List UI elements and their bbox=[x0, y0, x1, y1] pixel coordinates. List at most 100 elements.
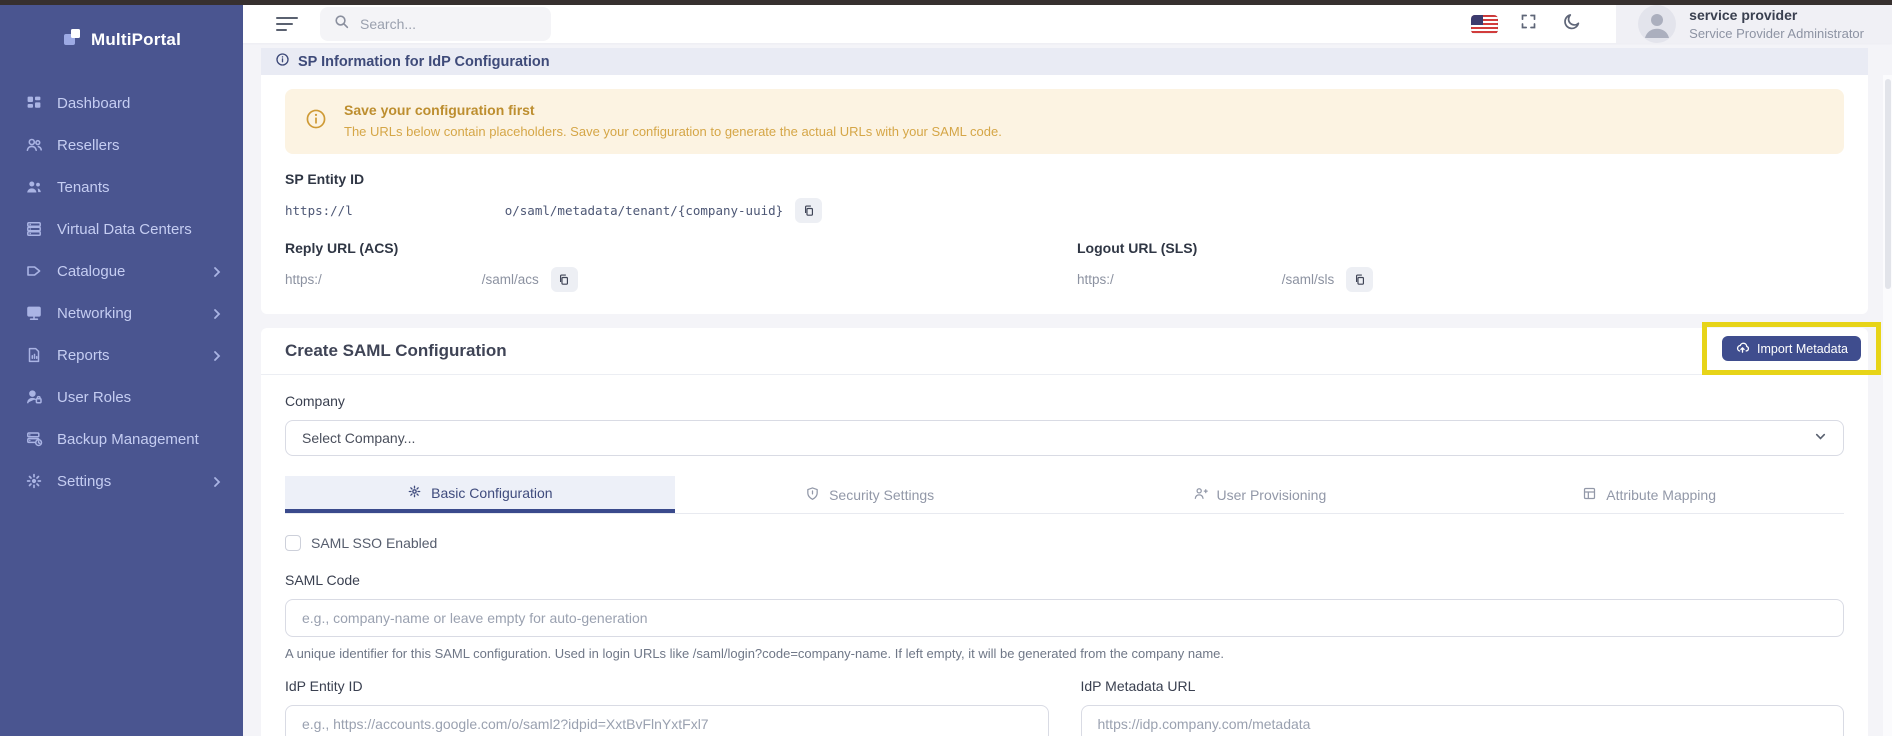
page-content: SP Information for IdP Configuration Sav… bbox=[243, 43, 1892, 736]
sidebar-item-label: Networking bbox=[57, 305, 197, 322]
idp-metadata-url-column: IdP Metadata URL bbox=[1081, 678, 1845, 736]
reply-url-value: https://saml/acs bbox=[285, 272, 539, 287]
saml-code-help-text: A unique identifier for this SAML config… bbox=[285, 646, 1844, 661]
saml-config-header: Create SAML Configuration Import Metadat… bbox=[261, 328, 1868, 375]
sp-entity-id-label: SP Entity ID bbox=[285, 171, 1844, 187]
moon-icon bbox=[1562, 12, 1582, 37]
dark-mode-button[interactable] bbox=[1550, 12, 1594, 37]
import-metadata-button[interactable]: Import Metadata bbox=[1722, 336, 1861, 361]
search-input[interactable] bbox=[360, 16, 538, 32]
tab-label: Basic Configuration bbox=[431, 485, 552, 501]
fullscreen-icon bbox=[1519, 12, 1538, 36]
upload-cloud-icon bbox=[1735, 340, 1750, 358]
sidebar-item-label: User Roles bbox=[57, 389, 223, 406]
chevron-right-icon bbox=[211, 349, 223, 361]
sidebar-item-tenants[interactable]: Tenants bbox=[0, 166, 243, 208]
search-icon bbox=[333, 13, 350, 35]
fullscreen-button[interactable] bbox=[1506, 12, 1550, 36]
sidebar-item-label: Dashboard bbox=[57, 95, 223, 112]
gear-icon bbox=[25, 472, 43, 490]
sidebar-item-settings[interactable]: Settings bbox=[0, 460, 243, 502]
sidebar-item-reports[interactable]: Reports bbox=[0, 334, 243, 376]
tag-icon bbox=[25, 262, 43, 280]
report-file-icon bbox=[25, 346, 43, 364]
acs-sls-columns: Reply URL (ACS) https://saml/acs Logout … bbox=[285, 223, 1844, 292]
us-flag-icon bbox=[1471, 15, 1498, 34]
sidebar-item-catalogue[interactable]: Catalogue bbox=[0, 250, 243, 292]
section-title-band: SP Information for IdP Configuration bbox=[261, 48, 1868, 75]
sidebar-item-label: Reports bbox=[57, 347, 197, 364]
company-select[interactable]: Select Company... bbox=[285, 420, 1844, 456]
servers-icon bbox=[25, 220, 43, 238]
tab-security-settings[interactable]: Security Settings bbox=[675, 476, 1065, 513]
chevron-down-icon bbox=[1814, 430, 1827, 446]
saml-sso-enabled-checkbox[interactable] bbox=[285, 535, 301, 551]
reply-url-label: Reply URL (ACS) bbox=[285, 240, 1077, 256]
saml-config-body: Company Select Company... Basic Configu bbox=[261, 375, 1868, 736]
shield-icon bbox=[805, 486, 820, 504]
copy-reply-url-button[interactable] bbox=[551, 267, 578, 292]
logout-url-value: https://saml/sls bbox=[1077, 272, 1334, 287]
brand-name: MultiPortal bbox=[91, 30, 181, 50]
tab-basic-configuration[interactable]: Basic Configuration bbox=[285, 476, 675, 513]
warning-body: The URLs below contain placeholders. Sav… bbox=[344, 124, 1002, 139]
scrollbar-thumb[interactable] bbox=[1885, 79, 1891, 289]
top-header: service provider Service Provider Admini… bbox=[243, 5, 1892, 43]
config-tabs: Basic Configuration Security Settings bbox=[285, 476, 1844, 514]
copy-sp-entity-id-button[interactable] bbox=[795, 198, 822, 223]
sidebar-item-label: Virtual Data Centers bbox=[57, 221, 223, 238]
sidebar-item-dashboard[interactable]: Dashboard bbox=[0, 82, 243, 124]
sidebar-item-resellers[interactable]: Resellers bbox=[0, 124, 243, 166]
language-flag-button[interactable] bbox=[1462, 15, 1506, 34]
company-select-value: Select Company... bbox=[302, 430, 415, 446]
sidebar-item-backup-management[interactable]: Backup Management bbox=[0, 418, 243, 460]
gear-icon bbox=[407, 484, 422, 502]
saml-code-input[interactable] bbox=[285, 599, 1844, 637]
import-metadata-label: Import Metadata bbox=[1757, 342, 1848, 356]
idp-metadata-url-input[interactable] bbox=[1081, 705, 1845, 736]
copy-logout-url-button[interactable] bbox=[1346, 267, 1373, 292]
logout-url-row: https://saml/sls bbox=[1077, 267, 1844, 292]
user-menu[interactable]: service provider Service Provider Admini… bbox=[1616, 5, 1892, 43]
logout-url-column: Logout URL (SLS) https://saml/sls bbox=[1077, 223, 1844, 292]
backup-server-icon bbox=[25, 430, 43, 448]
reply-url-column: Reply URL (ACS) https://saml/acs bbox=[285, 223, 1077, 292]
monitor-icon bbox=[25, 304, 43, 322]
saml-config-title: Create SAML Configuration bbox=[285, 341, 507, 361]
app-root: MultiPortal Dashboard Resellers Tenants bbox=[0, 5, 1892, 736]
reply-url-row: https://saml/acs bbox=[285, 267, 1077, 292]
tab-attribute-mapping[interactable]: Attribute Mapping bbox=[1454, 476, 1844, 513]
sidebar: MultiPortal Dashboard Resellers Tenants bbox=[0, 5, 243, 736]
sidebar-item-networking[interactable]: Networking bbox=[0, 292, 243, 334]
idp-entity-id-input[interactable] bbox=[285, 705, 1049, 736]
sidebar-nav: Dashboard Resellers Tenants Virtual Data… bbox=[0, 82, 243, 502]
sidebar-item-user-roles[interactable]: User Roles bbox=[0, 376, 243, 418]
idp-fields-row: IdP Entity ID IdP Metadata URL bbox=[285, 678, 1844, 736]
tab-label: User Provisioning bbox=[1217, 487, 1327, 503]
warning-title: Save your configuration first bbox=[344, 102, 1002, 118]
sidebar-item-label: Settings bbox=[57, 473, 197, 490]
idp-entity-id-label: IdP Entity ID bbox=[285, 678, 1049, 694]
logout-url-label: Logout URL (SLS) bbox=[1077, 240, 1844, 256]
sidebar-item-label: Catalogue bbox=[57, 263, 197, 280]
scrollbar[interactable] bbox=[1883, 75, 1892, 736]
highlight-annotation-box: Import Metadata bbox=[1702, 322, 1881, 375]
sp-info-card: Save your configuration first The URLs b… bbox=[261, 75, 1868, 314]
avatar bbox=[1638, 5, 1676, 43]
chevron-right-icon bbox=[211, 307, 223, 319]
sidebar-item-label: Resellers bbox=[57, 137, 223, 154]
idp-entity-id-column: IdP Entity ID bbox=[285, 678, 1049, 736]
user-lock-icon bbox=[25, 388, 43, 406]
chevron-right-icon bbox=[211, 475, 223, 487]
company-label: Company bbox=[285, 393, 1844, 409]
user-plus-icon bbox=[1193, 486, 1208, 504]
sp-entity-id-value: https://lo/saml/metadata/tenant/{company… bbox=[285, 203, 783, 218]
tab-label: Attribute Mapping bbox=[1606, 487, 1716, 503]
sidebar-item-label: Tenants bbox=[57, 179, 223, 196]
menu-toggle-icon[interactable] bbox=[276, 17, 298, 31]
saml-sso-enabled-label: SAML SSO Enabled bbox=[311, 535, 437, 551]
sidebar-item-virtual-data-centers[interactable]: Virtual Data Centers bbox=[0, 208, 243, 250]
saml-config-card: Create SAML Configuration Import Metadat… bbox=[261, 328, 1868, 736]
tab-user-provisioning[interactable]: User Provisioning bbox=[1065, 476, 1455, 513]
brand-logo[interactable]: MultiPortal bbox=[0, 5, 243, 52]
